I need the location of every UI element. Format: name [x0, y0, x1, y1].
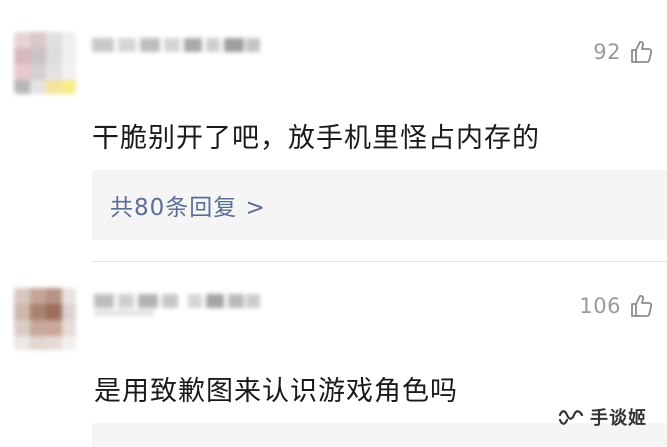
replies-label: 共80条回复 > [110, 195, 266, 221]
thumbs-up-outline-icon [631, 295, 653, 317]
watermark-text: 手谈姬 [590, 408, 647, 429]
comment-text: 是用致歉图来认识游戏角色吗 [94, 376, 458, 407]
wechat-channel-icon [558, 410, 584, 425]
like-button[interactable]: 92 [593, 38, 655, 66]
view-replies-button[interactable]: 共80条回复 > [92, 170, 667, 240]
like-count: 106 [579, 294, 621, 318]
like-count: 92 [593, 40, 621, 64]
username-blurred[interactable] [94, 288, 262, 318]
avatar[interactable] [14, 288, 76, 350]
watermark: 手谈姬 [558, 404, 647, 430]
username-blurred[interactable] [92, 30, 262, 60]
avatar[interactable] [14, 32, 76, 94]
comment-item: 92 干脆别开了吧，放手机里怪占内存的 共80条回复 > [0, 0, 667, 262]
thumbs-up-outline-icon [631, 41, 653, 63]
comment-list: 92 干脆别开了吧，放手机里怪占内存的 共80条回复 > 106 是用致歉图来认… [0, 0, 667, 447]
like-button[interactable]: 106 [579, 292, 655, 320]
comment-text: 干脆别开了吧，放手机里怪占内存的 [92, 123, 540, 154]
